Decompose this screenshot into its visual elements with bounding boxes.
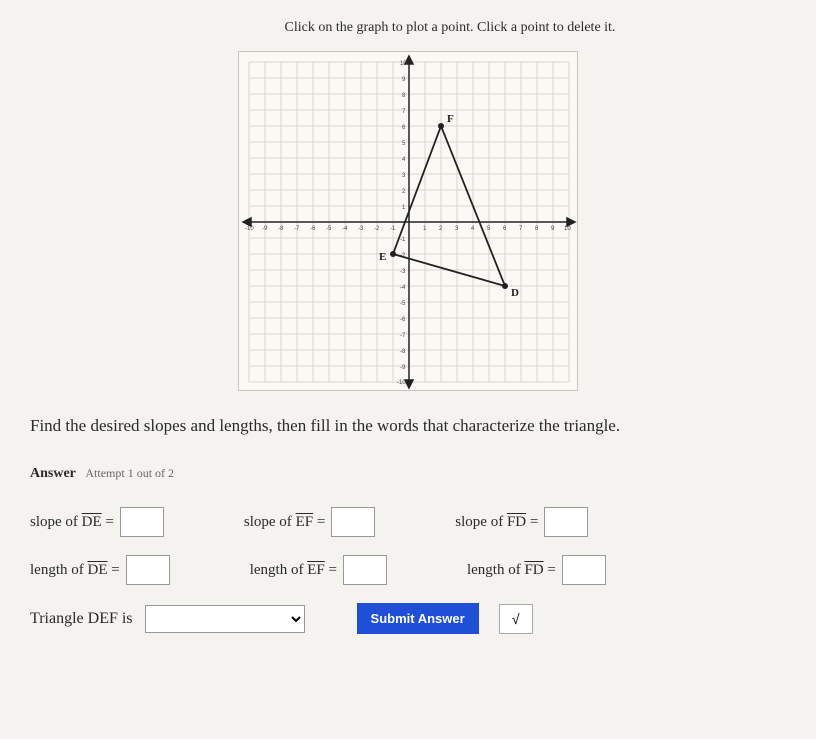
svg-text:-8: -8 [278,226,284,232]
svg-text:-1: -1 [400,237,406,243]
svg-text:-3: -3 [358,226,364,232]
svg-text:-5: -5 [400,301,406,307]
length-FD-field: length of FD = [467,555,606,585]
svg-text:-6: -6 [400,317,406,323]
answer-header: Answer Attempt 1 out of 2 [30,466,786,482]
length-DE-field: length of DE = [30,555,170,585]
slope-EF-input[interactable] [331,507,375,537]
svg-text:5: 5 [487,226,491,232]
svg-text:-7: -7 [400,333,406,339]
svg-text:3: 3 [455,226,459,232]
svg-text:-7: -7 [294,226,300,232]
length-EF-input[interactable] [343,555,387,585]
point-label-E: E [379,251,386,263]
point-label-D: D [511,287,519,299]
classify-label: Triangle DEF is [30,610,133,628]
answer-label: Answer [30,466,76,481]
svg-text:-4: -4 [400,285,406,291]
svg-text:10: 10 [564,226,571,232]
length-FD-input[interactable] [562,555,606,585]
sqrt-button[interactable]: √ [499,604,533,634]
graph-container: -10-9-8-7-6-5-4-3-2-1 12345678910 109876… [20,51,796,391]
svg-text:4: 4 [471,226,475,232]
question-text: Find the desired slopes and lengths, the… [30,416,786,436]
svg-text:8: 8 [535,226,539,232]
svg-text:6: 6 [503,226,507,232]
svg-text:-1: -1 [390,226,396,232]
graph-svg: -10-9-8-7-6-5-4-3-2-1 12345678910 109876… [239,52,579,392]
svg-text:-10: -10 [245,226,254,232]
svg-text:9: 9 [551,226,555,232]
slope-DE-input[interactable] [120,507,164,537]
svg-text:-9: -9 [400,365,406,371]
slope-FD-field: slope of FD = [455,507,588,537]
attempt-text: Attempt 1 out of 2 [85,466,174,480]
coordinate-graph[interactable]: -10-9-8-7-6-5-4-3-2-1 12345678910 109876… [238,51,578,391]
svg-text:-6: -6 [310,226,316,232]
svg-text:-4: -4 [342,226,348,232]
svg-text:-3: -3 [400,269,406,275]
slope-DE-field: slope of DE = [30,507,164,537]
svg-text:10: 10 [400,61,407,67]
slope-FD-input[interactable] [544,507,588,537]
submit-button[interactable]: Submit Answer [357,603,479,634]
length-DE-input[interactable] [126,555,170,585]
slope-EF-field: slope of EF = [244,507,375,537]
plot-instruction: Click on the graph to plot a point. Clic… [200,20,700,36]
triangle-classify-select[interactable] [145,605,305,633]
svg-text:-5: -5 [326,226,332,232]
svg-text:1: 1 [423,226,427,232]
svg-text:-10: -10 [397,380,406,386]
svg-text:-8: -8 [400,349,406,355]
svg-text:7: 7 [519,226,523,232]
svg-text:-9: -9 [262,226,268,232]
length-EF-field: length of EF = [250,555,387,585]
svg-text:-2: -2 [374,226,380,232]
svg-text:2: 2 [439,226,443,232]
point-label-F: F [447,113,454,125]
